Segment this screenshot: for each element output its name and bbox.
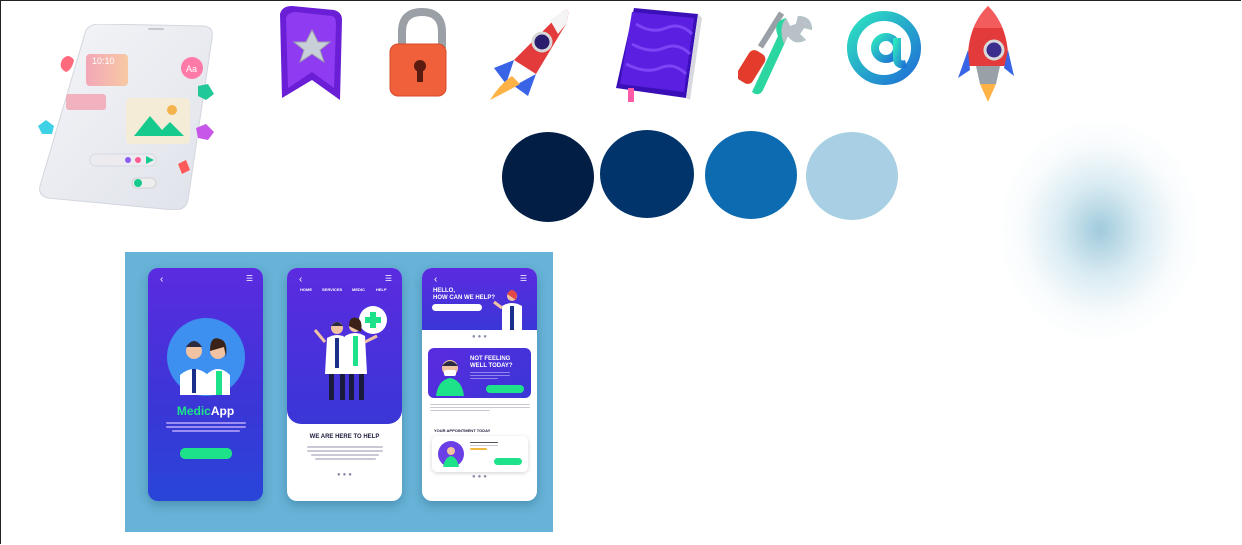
doctors-illustration <box>313 306 387 400</box>
pagination-dots: ●●● <box>337 472 354 478</box>
dashboard-description <box>430 404 530 413</box>
card-action-button[interactable] <box>486 385 524 393</box>
search-input[interactable] <box>432 304 482 311</box>
dashboard-screen: ‹ ☰ HELLO, HOW CAN WE HELP? ●●● NOT FEEL… <box>422 268 537 501</box>
brand-title: MedicApp <box>148 404 263 418</box>
greeting-line-1: HELLO, <box>433 288 455 294</box>
help-description <box>307 446 383 462</box>
padlock-icon <box>389 7 447 97</box>
card-title-line-1: NOT FEELING <box>470 356 511 362</box>
swatch-blue <box>705 131 797 219</box>
help-headline: WE ARE HERE TO HELP <box>309 434 380 440</box>
swatch-light-blue <box>806 132 898 220</box>
back-arrow-icon[interactable]: ‹ <box>434 274 437 285</box>
rocket-icon <box>490 9 569 100</box>
bookmark-star-icon <box>280 6 342 100</box>
appointment-section-title: YOUR APPOINTMENT TODAY <box>434 428 491 433</box>
greeting-line-2: HOW CAN WE HELP? <box>433 295 495 301</box>
bottom-dots: ●●● <box>472 474 489 480</box>
brand-prefix: Medic <box>176 404 211 418</box>
description-text <box>166 422 246 434</box>
carousel-dots: ●●● <box>472 334 489 340</box>
nav-home[interactable]: HOME <box>300 287 312 292</box>
card-description <box>470 372 510 381</box>
tools-icon <box>738 11 812 95</box>
phone-illustration: 10:10 Aa <box>38 24 214 210</box>
menu-icon[interactable]: ☰ <box>246 274 253 283</box>
at-sign-icon <box>847 11 921 85</box>
card-title-line-2: WELL TODAY? <box>470 363 513 369</box>
doctor-details <box>470 442 498 452</box>
brand-suffix: App <box>210 404 235 418</box>
menu-icon[interactable]: ☰ <box>520 274 527 283</box>
nav-services[interactable]: SERVICES <box>322 287 342 292</box>
back-arrow-icon[interactable]: ‹ <box>299 274 302 285</box>
menu-icon[interactable]: ☰ <box>385 274 392 283</box>
blurred-blob <box>1000 120 1200 340</box>
back-arrow-icon[interactable]: ‹ <box>160 274 163 285</box>
notebook-icon <box>616 8 702 102</box>
nav-help[interactable]: HELP <box>376 287 387 292</box>
get-started-button[interactable] <box>180 448 232 459</box>
swatch-navy <box>502 132 594 222</box>
splash-screen: ‹ ☰ MedicApp <box>148 268 263 501</box>
rocket-front-icon <box>958 6 1014 102</box>
nav-medic[interactable]: MEDIC <box>352 287 365 292</box>
doctor-avatar <box>438 441 464 467</box>
health-card[interactable]: NOT FEELING WELL TODAY? <box>428 348 531 398</box>
doctor-figure <box>493 290 522 330</box>
badge-text: Aa <box>186 64 197 74</box>
doctors-avatar <box>167 318 245 396</box>
medic-app-mockup: ‹ ☰ MedicApp ‹ ☰ HOME SERVICES MEDIC HEL… <box>125 252 553 532</box>
appointment-card[interactable] <box>432 436 528 472</box>
book-button[interactable] <box>494 458 522 465</box>
help-screen: ‹ ☰ HOME SERVICES MEDIC HELP WE ARE HERE… <box>287 268 402 501</box>
swatch-dark-blue <box>600 130 694 218</box>
clock-text: 10:10 <box>92 56 115 66</box>
patient-illustration <box>436 360 464 396</box>
